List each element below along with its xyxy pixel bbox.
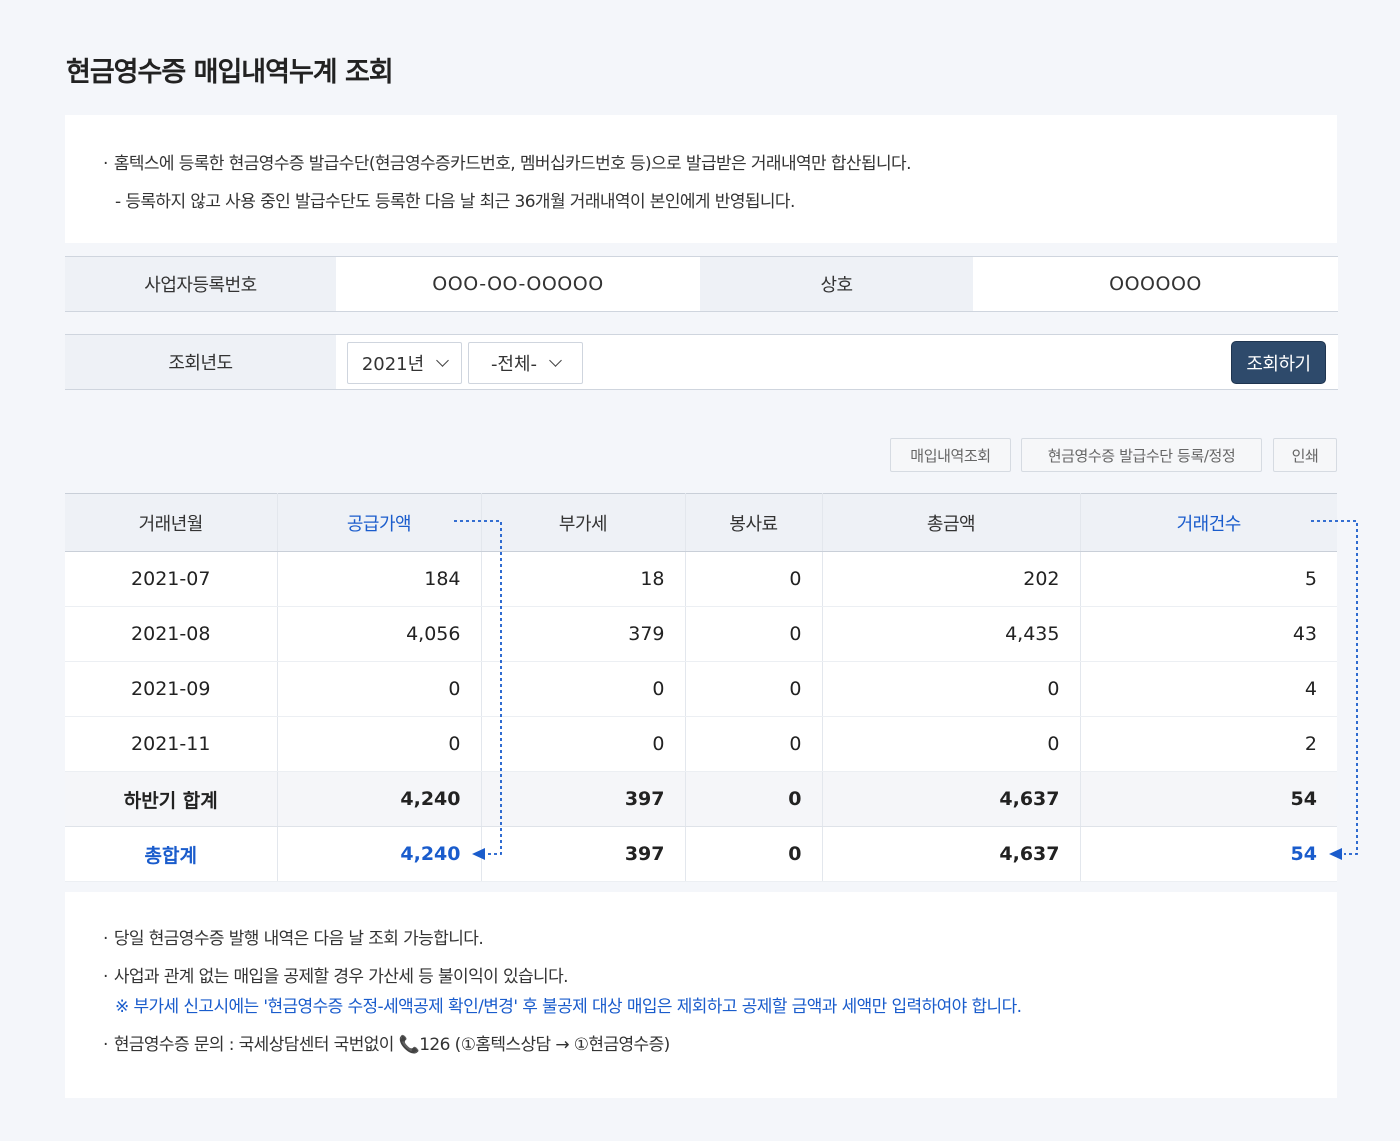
cell-total: 202 [822,551,1081,607]
notice-line: · 홈텍스에 등록한 현금영수증 발급수단(현금영수증카드번호, 멤버십카드번호 … [103,154,912,174]
col-header-count: 거래건수 [1080,493,1337,552]
cell-count: 5 [1080,551,1337,607]
period-select-value: -전체- [490,354,538,375]
cell-month: 2021-07 [65,551,278,607]
cell-count: 54 [1080,771,1337,827]
cell-supply: 4,240 [277,826,482,882]
notice-bottom: · 당일 현금영수증 발행 내역은 다음 날 조회 가능합니다. · 사업과 관계 … [65,892,1337,1098]
cell-month: 2021-08 [65,606,278,662]
cell-service: 0 [685,551,823,607]
notice-warning: ※ 부가세 신고시에는 '현금영수증 수정-세액공제 확인/변경' 후 불공제 … [103,994,1337,1030]
cell-count: 54 [1080,826,1337,882]
notice-text: ※ 부가세 신고시에는 '현금영수증 수정-세액공제 확인/변경' 후 불공제 … [115,997,1022,1017]
register-method-button[interactable]: 현금영수증 발급수단 등록/정정 [1021,438,1262,472]
purchase-history-button[interactable]: 매입내역조회 [890,438,1011,472]
cell-count: 4 [1080,661,1337,717]
table-row: 2021-09 0 0 0 0 4 [65,661,1337,717]
cell-total: 4,435 [822,606,1081,662]
cell-month: 2021-09 [65,661,278,717]
search-button[interactable]: 조회하기 [1231,341,1326,384]
cell-supply: 0 [277,716,482,772]
cell-total: 4,637 [822,826,1081,882]
reg-number-label: 사업자등록번호 [65,257,336,311]
table-row: 2021-08 4,056 379 0 4,435 43 [65,606,1337,662]
col-header-supply: 공급가액 [277,493,482,552]
notice-text: 사업과 관계 없는 매입을 공제할 경우 가산세 등 불이익이 있습니다. [113,967,569,987]
cell-month: 2021-11 [65,716,278,772]
year-select-value: 2021년 [361,354,425,375]
table-row: 2021-07 184 18 0 202 5 [65,551,1337,607]
year-select[interactable]: 2021년 [347,342,462,384]
summary-table: 거래년월 공급가액 부가세 봉사료 총금액 거래건수 2021-07 184 1… [65,493,1337,882]
chevron-down-icon [549,354,562,367]
notice-top: · 홈텍스에 등록한 현금영수증 발급수단(현금영수증카드번호, 멤버십카드번호 … [65,115,1337,243]
chevron-down-icon [436,354,450,367]
col-header-total: 총금액 [822,493,1081,552]
col-header-service: 봉사료 [685,493,823,552]
cell-vat: 379 [481,606,686,662]
cell-service: 0 [685,606,823,662]
query-row: 조회년도 2021년 -전체- 조회하기 [65,334,1338,390]
period-select[interactable]: -전체- [468,342,583,384]
notice-line: · 현금영수증 문의 : 국세상담센터 국번없이 📞126 (①홈텍스상담 → ①… [103,1035,670,1055]
cell-vat: 397 [481,826,686,882]
cell-count: 43 [1080,606,1337,662]
cell-total: 4,637 [822,771,1081,827]
notice-line: · 당일 현금영수증 발행 내역은 다음 날 조회 가능합니다. [103,929,484,949]
cell-supply: 0 [277,661,482,717]
cell-month: 총합계 [65,826,278,882]
business-info-row: 사업자등록번호 OOO-OO-OOOOO 상호 OOOOOO [65,256,1338,312]
company-name-label: 상호 [700,257,973,311]
grand-total-row: 총합계 4,240 397 0 4,637 54 [65,826,1337,882]
cell-supply: 184 [277,551,482,607]
cell-vat: 397 [481,771,686,827]
cell-vat: 18 [481,551,686,607]
cell-vat: 0 [481,661,686,717]
col-header-vat: 부가세 [481,493,686,552]
cell-total: 0 [822,661,1081,717]
table-header-row: 거래년월 공급가액 부가세 봉사료 총금액 거래건수 [65,493,1337,552]
print-button[interactable]: 인쇄 [1273,438,1337,472]
notice-text: 당일 현금영수증 발행 내역은 다음 날 조회 가능합니다. [113,929,484,949]
cell-total: 0 [822,716,1081,772]
col-header-month: 거래년월 [65,493,278,552]
cell-service: 0 [685,661,823,717]
table-row: 2021-11 0 0 0 0 2 [65,716,1337,772]
reg-number-value: OOO-OO-OOOOO [432,273,604,295]
notice-line: - 등록하지 않고 사용 중인 발급수단도 등록한 다음 날 최근 36개월 거… [103,183,1337,221]
cell-count: 2 [1080,716,1337,772]
notice-text: 홈텍스에 등록한 현금영수증 발급수단(현금영수증카드번호, 멤버십카드번호 등… [113,154,912,174]
cell-supply: 4,056 [277,606,482,662]
query-controls: 2021년 -전체- 조회하기 [336,335,1338,389]
cell-service: 0 [685,826,823,882]
notice-text: - 등록하지 않고 사용 중인 발급수단도 등록한 다음 날 최근 36개월 거… [115,192,795,212]
cell-service: 0 [685,716,823,772]
year-label: 조회년도 [65,335,336,389]
cell-vat: 0 [481,716,686,772]
cell-supply: 4,240 [277,771,482,827]
company-name-value: OOOOOO [1109,273,1202,295]
half-total-row: 하반기 합계 4,240 397 0 4,637 54 [65,771,1337,827]
cell-month: 하반기 합계 [65,771,278,827]
page-title: 현금영수증 매입내역누계 조회 [66,57,394,88]
cell-service: 0 [685,771,823,827]
notice-text: 현금영수증 문의 : 국세상담센터 국번없이 📞126 (①홈텍스상담 → ①현… [113,1035,670,1055]
